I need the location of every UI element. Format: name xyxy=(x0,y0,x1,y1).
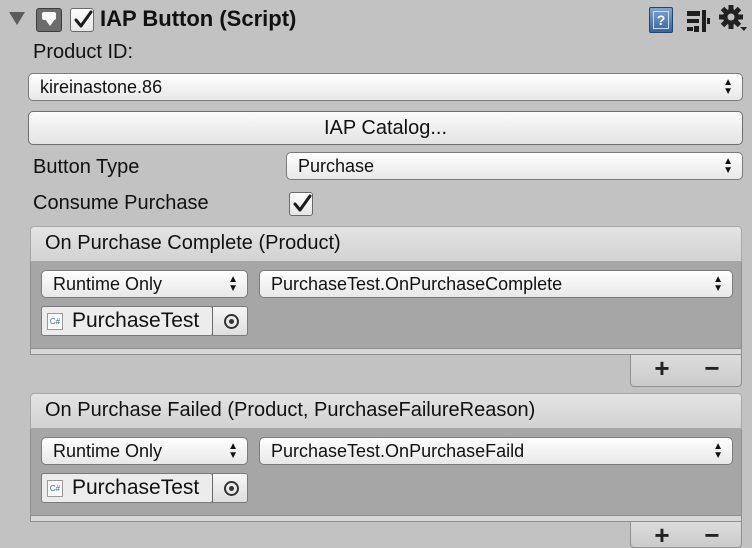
function-dropdown[interactable]: PurchaseTest.OnPurchaseFaild ▲ ▼ xyxy=(259,437,733,465)
iap-button-component-icon xyxy=(36,8,62,32)
runtime-mode-value: Runtime Only xyxy=(53,274,163,294)
object-picker-icon[interactable] xyxy=(212,473,248,503)
product-id-value: kireinastone.86 xyxy=(40,77,163,97)
checkmark-icon xyxy=(293,194,312,212)
add-listener-button[interactable]: + xyxy=(637,522,687,548)
consume-purchase-checkbox[interactable] xyxy=(289,192,313,216)
runtime-mode-value: Runtime Only xyxy=(53,441,163,461)
on-purchase-failed-header: On Purchase Failed (Product, PurchaseFai… xyxy=(30,393,742,429)
dropdown-arrows-icon: ▲ ▼ xyxy=(713,274,723,294)
object-picker-icon[interactable] xyxy=(212,306,248,336)
component-enabled-checkbox[interactable] xyxy=(70,8,94,32)
runtime-mode-dropdown[interactable]: Runtime Only ▲ ▼ xyxy=(41,437,248,465)
dropdown-arrows-icon: ▲ ▼ xyxy=(723,156,733,176)
target-object-field[interactable]: C# PurchaseTest xyxy=(41,306,213,336)
foldout-triangle-icon[interactable] xyxy=(9,12,25,25)
product-id-label: Product ID: xyxy=(33,41,134,63)
button-type-dropdown[interactable]: Purchase ▲ ▼ xyxy=(286,152,743,180)
event-list-controls: + − xyxy=(630,355,742,387)
component-header[interactable]: IAP Button (Script) ? xyxy=(0,0,752,40)
target-object-field[interactable]: C# PurchaseTest xyxy=(41,473,213,503)
list-footer-strip xyxy=(31,348,741,354)
inspector-panel: IAP Button (Script) ? Product ID: kirein… xyxy=(0,0,752,548)
gear-icon[interactable] xyxy=(718,4,748,34)
presets-icon[interactable] xyxy=(685,9,711,33)
csharp-script-icon: C# xyxy=(47,313,63,330)
target-object-name: PurchaseTest xyxy=(72,476,200,499)
remove-listener-button[interactable]: − xyxy=(687,355,737,385)
dropdown-arrows-icon: ▲ ▼ xyxy=(723,77,733,97)
help-book-icon[interactable]: ? xyxy=(649,7,673,33)
runtime-mode-dropdown[interactable]: Runtime Only ▲ ▼ xyxy=(41,270,248,298)
button-type-label: Button Type xyxy=(33,156,140,178)
consume-purchase-label: Consume Purchase xyxy=(33,192,209,214)
dropdown-arrows-icon: ▲ ▼ xyxy=(228,441,238,461)
on-purchase-failed-body: Runtime Only ▲ ▼ PurchaseTest.OnPurchaseF… xyxy=(30,429,742,522)
checkmark-icon xyxy=(74,10,93,28)
function-dropdown[interactable]: PurchaseTest.OnPurchaseComplete ▲ ▼ xyxy=(259,270,733,298)
dropdown-arrows-icon: ▲ ▼ xyxy=(713,441,723,461)
remove-listener-button[interactable]: − xyxy=(687,522,737,548)
on-purchase-complete-header: On Purchase Complete (Product) xyxy=(30,226,742,262)
iap-catalog-button[interactable]: IAP Catalog... xyxy=(28,111,743,145)
list-footer-strip xyxy=(31,515,741,521)
component-title: IAP Button (Script) xyxy=(100,6,297,31)
product-id-dropdown[interactable]: kireinastone.86 ▲ ▼ xyxy=(28,73,743,101)
target-object-name: PurchaseTest xyxy=(72,309,200,332)
dropdown-arrows-icon: ▲ ▼ xyxy=(228,274,238,294)
csharp-script-icon: C# xyxy=(47,480,63,497)
button-type-value: Purchase xyxy=(298,156,375,176)
event-list-controls: + − xyxy=(630,522,742,548)
function-value: PurchaseTest.OnPurchaseFaild xyxy=(271,441,525,461)
on-purchase-complete-body: Runtime Only ▲ ▼ PurchaseTest.OnPurchaseC… xyxy=(30,262,742,355)
add-listener-button[interactable]: + xyxy=(637,355,687,385)
function-value: PurchaseTest.OnPurchaseComplete xyxy=(271,274,563,294)
